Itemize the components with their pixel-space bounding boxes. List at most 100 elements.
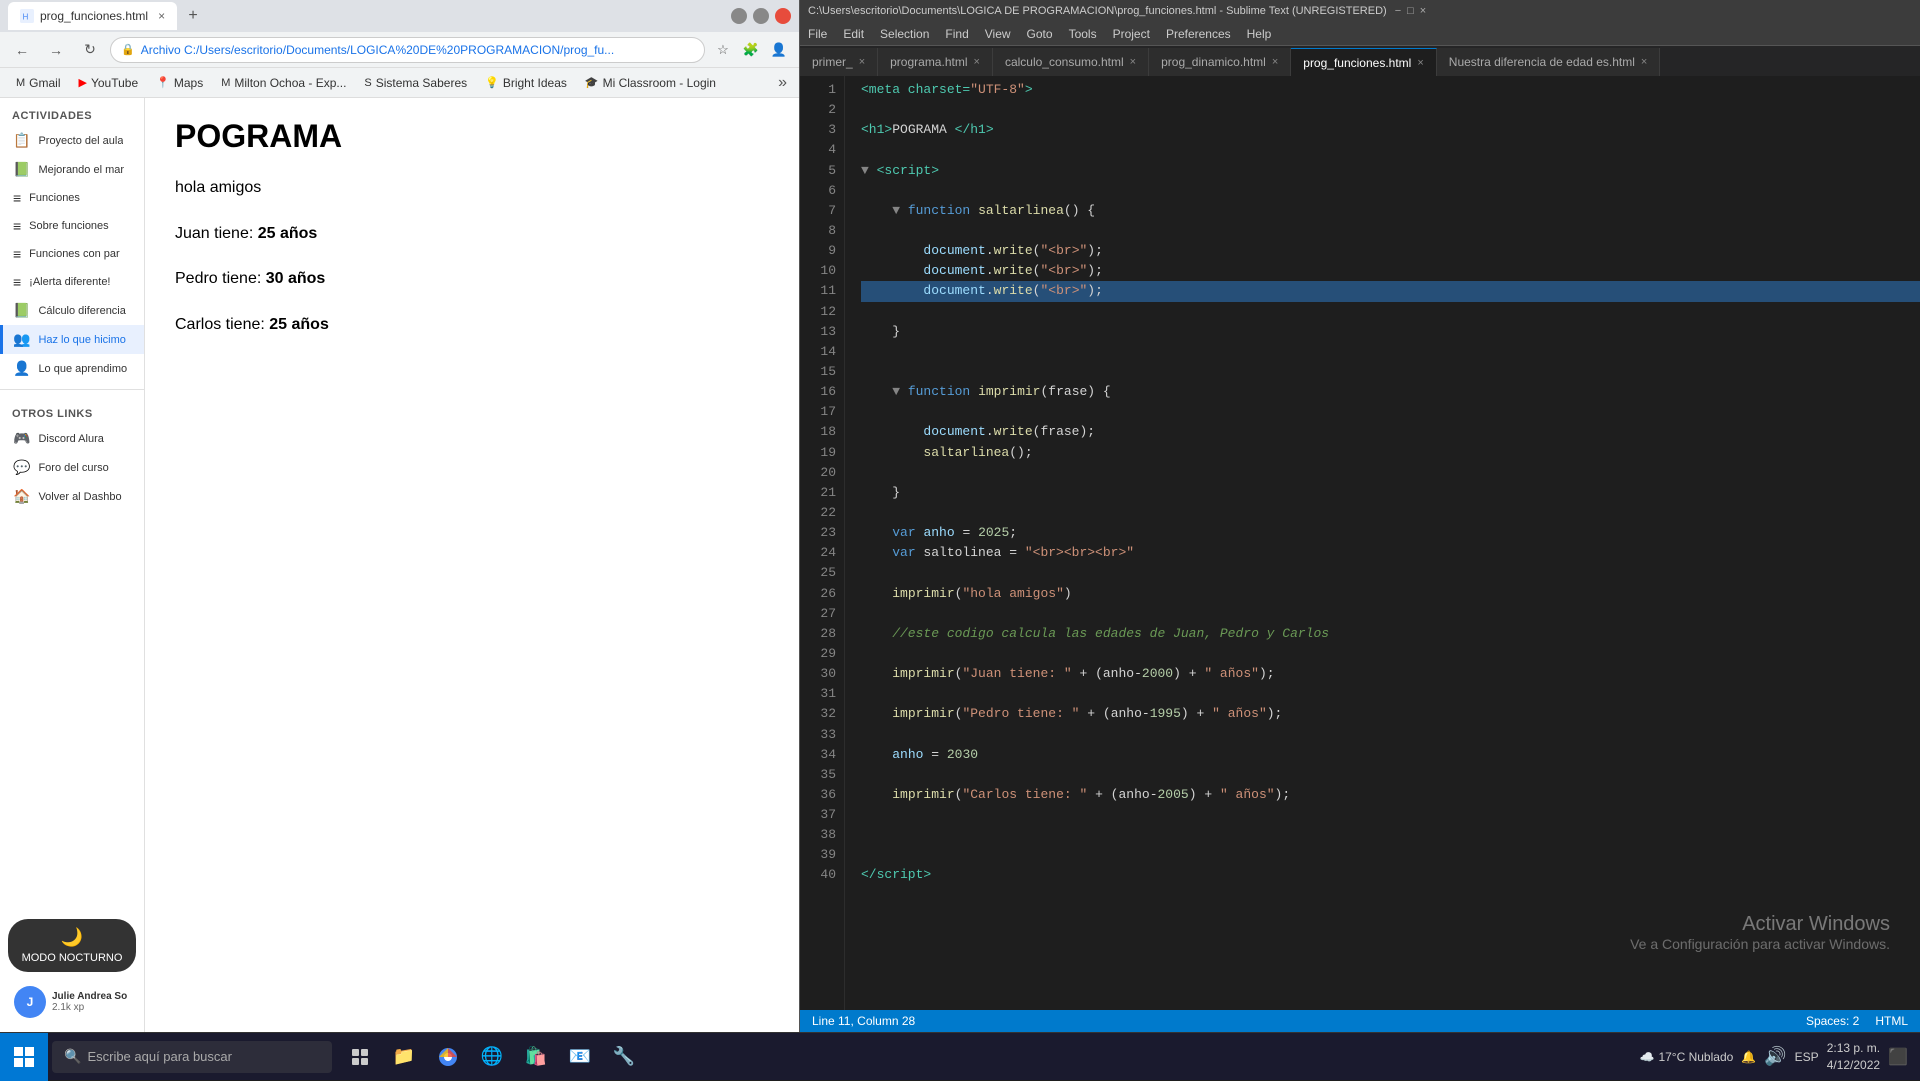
sidebar-item-lo-que[interactable]: 👤 Lo que aprendimo: [0, 354, 144, 383]
bookmark-saberes[interactable]: S Sistema Saberes: [356, 74, 475, 92]
back-button[interactable]: ←: [8, 36, 36, 64]
editor-tab-diferencia[interactable]: Nuestra diferencia de edad es.html ×: [1437, 48, 1661, 76]
window-minimize-btn[interactable]: [731, 8, 747, 24]
taskbar-search-box[interactable]: 🔍 Escribe aquí para buscar: [52, 1041, 332, 1073]
night-mode-button[interactable]: 🌙 MODO NOCTURNO: [8, 919, 136, 972]
editor-minimize-btn[interactable]: −: [1395, 5, 1401, 17]
tab-primer-close[interactable]: ×: [859, 56, 865, 68]
bookmark-youtube[interactable]: ▶ YouTube: [71, 74, 147, 92]
search-icon: 🔍: [64, 1048, 81, 1065]
volume-icon[interactable]: 🔊: [1764, 1046, 1786, 1067]
code-line-27: [861, 604, 1920, 624]
sidebar-item-calculo[interactable]: 📗 Cálculo diferencia: [0, 296, 144, 325]
show-desktop-btn[interactable]: ⬛: [1888, 1047, 1908, 1067]
taskbar-store[interactable]: 🛍️: [516, 1037, 556, 1077]
code-line-8: [861, 221, 1920, 241]
weather-text: 17°C Nublado: [1658, 1050, 1733, 1064]
menu-file[interactable]: File: [808, 27, 827, 41]
tab-diferencia-close[interactable]: ×: [1641, 56, 1647, 68]
code-line-22: [861, 503, 1920, 523]
editor-tabs: primer_ × programa.html × calculo_consum…: [800, 46, 1920, 76]
code-line-37: [861, 805, 1920, 825]
page-line-2: Juan tiene: 25 años: [175, 221, 769, 247]
new-tab-btn[interactable]: +: [181, 4, 205, 28]
tab-dinamico-label: prog_dinamico.html: [1161, 55, 1266, 69]
date-text: 4/12/2022: [1827, 1057, 1880, 1074]
tab-favicon-icon: H: [20, 9, 34, 23]
profile-btn[interactable]: 👤: [767, 38, 791, 62]
editor-body: 12345 678910 1112131415 1617181920 21222…: [800, 76, 1920, 1010]
start-button[interactable]: [0, 1033, 48, 1081]
youtube-icon: ▶: [79, 76, 87, 89]
taskbar-outlook[interactable]: 📧: [560, 1037, 600, 1077]
tab-dinamico-close[interactable]: ×: [1272, 56, 1278, 68]
sidebar-item-haz[interactable]: 👥 Haz lo que hicimo: [0, 325, 144, 354]
bookmark-gmail[interactable]: M Gmail: [8, 74, 69, 92]
menu-selection[interactable]: Selection: [880, 27, 929, 41]
menu-view[interactable]: View: [985, 27, 1011, 41]
taskbar-file-explorer[interactable]: 📁: [384, 1037, 424, 1077]
editor-tab-funciones[interactable]: prog_funciones.html ×: [1291, 48, 1437, 76]
taskbar-task-view[interactable]: [340, 1037, 380, 1077]
address-bar[interactable]: 🔒 Archivo C:/Users/escritorio/Documents/…: [110, 37, 705, 63]
code-line-26: imprimir("hola amigos"): [861, 584, 1920, 604]
menu-preferences[interactable]: Preferences: [1166, 27, 1231, 41]
editor-tab-primer[interactable]: primer_ ×: [800, 48, 878, 76]
menu-project[interactable]: Project: [1113, 27, 1150, 41]
code-area[interactable]: <meta charset="UTF-8"> <h1>POGRAMA </h1>…: [845, 76, 1920, 1010]
saberes-icon: S: [364, 77, 371, 89]
taskbar-app-extra[interactable]: 🔧: [604, 1037, 644, 1077]
sidebar-item-proyecto[interactable]: 📋 Proyecto del aula: [0, 126, 144, 155]
bookmark-milton[interactable]: M Milton Ochoa - Exp...: [213, 74, 354, 92]
bookmark-classroom-label: Mi Classroom - Login: [603, 76, 716, 90]
menu-goto[interactable]: Goto: [1027, 27, 1053, 41]
menu-help[interactable]: Help: [1247, 27, 1272, 41]
forward-button[interactable]: →: [42, 36, 70, 64]
code-line-19: saltarlinea();: [861, 443, 1920, 463]
window-maximize-btn[interactable]: [753, 8, 769, 24]
taskbar-edge[interactable]: 🌐: [472, 1037, 512, 1077]
sidebar-item-funciones[interactable]: ≡ Funciones: [0, 184, 144, 212]
editor-maximize-btn[interactable]: □: [1407, 5, 1414, 17]
extensions-btn[interactable]: 🧩: [739, 38, 763, 62]
bookmark-classroom[interactable]: 🎓 Mi Classroom - Login: [577, 74, 724, 92]
bookmark-bright[interactable]: 💡 Bright Ideas: [477, 74, 575, 92]
editor-tab-dinamico[interactable]: prog_dinamico.html ×: [1149, 48, 1291, 76]
sobre-icon: ≡: [13, 218, 21, 234]
tab-funciones-close[interactable]: ×: [1417, 57, 1423, 69]
menu-edit[interactable]: Edit: [843, 27, 864, 41]
calculo-icon: 📗: [13, 302, 30, 319]
sidebar-item-mejorando[interactable]: 📗 Mejorando el mar: [0, 155, 144, 184]
code-line-17: [861, 402, 1920, 422]
reload-button[interactable]: ↻: [76, 36, 104, 64]
editor-tab-calculo[interactable]: calculo_consumo.html ×: [993, 48, 1149, 76]
sidebar-item-discord-label: Discord Alura: [38, 433, 103, 445]
taskbar-chrome[interactable]: [428, 1037, 468, 1077]
sidebar-item-foro[interactable]: 💬 Foro del curso: [0, 453, 144, 482]
tab-programa-close[interactable]: ×: [974, 56, 980, 68]
sidebar-item-funciones-label: Funciones: [29, 192, 80, 204]
sidebar-item-alerta[interactable]: ≡ ¡Alerta diferente!: [0, 268, 144, 296]
browser-active-tab[interactable]: H prog_funciones.html ×: [8, 2, 177, 30]
sidebar-item-discord[interactable]: 🎮 Discord Alura: [0, 424, 144, 453]
line-numbers: 12345 678910 1112131415 1617181920 21222…: [800, 76, 845, 1010]
bookmarks-more-btn[interactable]: »: [774, 74, 791, 92]
menu-find[interactable]: Find: [945, 27, 968, 41]
editor-tab-programa[interactable]: programa.html ×: [878, 48, 993, 76]
notification-icon[interactable]: 🔔: [1741, 1050, 1756, 1064]
sidebar-item-funciones-par[interactable]: ≡ Funciones con par: [0, 240, 144, 268]
bookmark-star-btn[interactable]: ☆: [711, 38, 735, 62]
maps-icon: 📍: [156, 76, 170, 89]
sidebar-item-dashboard[interactable]: 🏠 Volver al Dashbo: [0, 482, 144, 511]
alerta-icon: ≡: [13, 274, 21, 290]
bookmark-maps[interactable]: 📍 Maps: [148, 74, 211, 92]
pedro-value: 30 años: [266, 270, 326, 287]
status-spaces: Spaces: 2: [1806, 1014, 1859, 1028]
window-close-btn[interactable]: [775, 8, 791, 24]
tab-calculo-close[interactable]: ×: [1130, 56, 1136, 68]
funcpar-icon: ≡: [13, 246, 21, 262]
editor-close-btn[interactable]: ×: [1420, 5, 1426, 17]
menu-tools[interactable]: Tools: [1069, 27, 1097, 41]
tab-close-btn[interactable]: ×: [158, 9, 165, 23]
sidebar-item-sobre[interactable]: ≡ Sobre funciones: [0, 212, 144, 240]
